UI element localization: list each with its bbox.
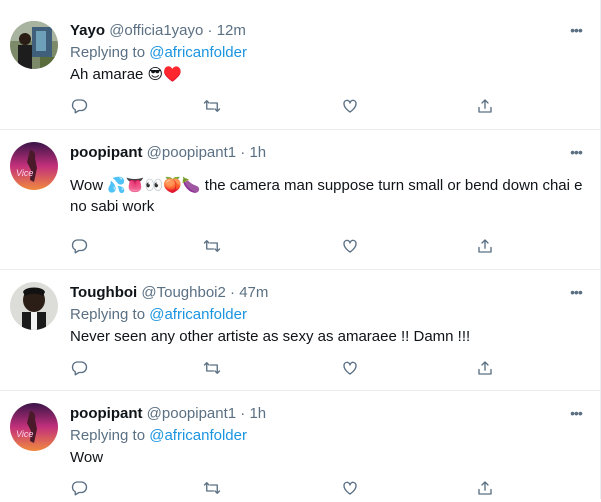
display-name[interactable]: poopipant [70, 405, 142, 422]
tweet-reply[interactable]: Vice poopipant @poopipant1 · 1h Wow 💦👅👀🍑… [0, 130, 600, 270]
display-name[interactable]: Toughboi [70, 284, 137, 301]
like-icon[interactable] [341, 359, 361, 379]
retweet-icon[interactable] [203, 237, 223, 257]
tweet-reply[interactable]: Vice poopipant @poopipant1 · 1h Replying… [0, 391, 600, 499]
replying-to-label: Replying to [70, 427, 146, 444]
tweet-text: Wow [70, 449, 104, 466]
like-icon[interactable] [341, 237, 361, 257]
separator-dot: · [240, 405, 246, 422]
separator-dot: · [240, 144, 246, 161]
tweet-header: poopipant @poopipant1 · 1h [70, 404, 584, 424]
retweet-icon[interactable] [203, 97, 223, 117]
display-name[interactable]: Yayo [70, 22, 105, 39]
svg-text:Vice: Vice [16, 429, 33, 439]
share-icon[interactable] [476, 479, 496, 499]
retweet-icon[interactable] [203, 359, 223, 379]
timestamp[interactable]: 12m [217, 22, 246, 39]
mention-link[interactable]: @africanfolder [149, 44, 247, 61]
user-handle[interactable]: @poopipant1 [147, 405, 236, 422]
user-handle[interactable]: @Toughboi2 [141, 284, 225, 301]
tweet-actions [70, 97, 500, 117]
reply-icon[interactable] [70, 479, 90, 499]
tweet-actions [70, 237, 500, 257]
tweet-text: Wow 💦👅👀🍑🍆 the camera man suppose turn sm… [70, 177, 583, 215]
more-options-icon[interactable]: ••• [566, 406, 586, 426]
tweet-text: Ah amarae 😎♥️ [70, 66, 182, 83]
share-icon[interactable] [476, 359, 496, 379]
timestamp[interactable]: 47m [239, 284, 268, 301]
avatar[interactable]: Vice [10, 403, 58, 451]
replying-to-line: Replying to @africanfolder [70, 305, 584, 325]
tweet-text: Never seen any other artiste as sexy as … [70, 328, 471, 345]
separator-dot: · [230, 284, 236, 301]
mention-link[interactable]: @africanfolder [149, 306, 247, 323]
more-options-icon[interactable]: ••• [566, 145, 586, 165]
replying-to-label: Replying to [70, 306, 146, 323]
replying-to-line: Replying to @africanfolder [70, 426, 584, 446]
avatar[interactable] [10, 21, 58, 69]
retweet-icon[interactable] [203, 479, 223, 499]
like-icon[interactable] [341, 97, 361, 117]
replying-to-label: Replying to [70, 44, 146, 61]
tweet-reply[interactable]: Toughboi @Toughboi2 · 47m Replying to @a… [0, 270, 600, 391]
like-icon[interactable] [341, 479, 361, 499]
tweet-header: poopipant @poopipant1 · 1h [70, 143, 584, 163]
user-handle[interactable]: @officia1yayo [109, 22, 203, 39]
tweet-header: Yayo @officia1yayo · 12m [70, 21, 584, 41]
mention-link[interactable]: @africanfolder [149, 427, 247, 444]
tweet-actions [70, 359, 500, 379]
reply-icon[interactable] [70, 359, 90, 379]
display-name[interactable]: poopipant [70, 144, 142, 161]
avatar[interactable] [10, 282, 58, 330]
tweet-reply[interactable]: Yayo @officia1yayo · 12m Replying to @af… [0, 0, 600, 130]
user-handle[interactable]: @poopipant1 [147, 144, 236, 161]
reply-icon[interactable] [70, 237, 90, 257]
share-icon[interactable] [476, 237, 496, 257]
reply-icon[interactable] [70, 97, 90, 117]
more-options-icon[interactable]: ••• [566, 23, 586, 43]
share-icon[interactable] [476, 97, 496, 117]
svg-text:Vice: Vice [16, 168, 33, 178]
replying-to-line: Replying to @africanfolder [70, 43, 584, 63]
timestamp[interactable]: 1h [249, 144, 266, 161]
timestamp[interactable]: 1h [249, 405, 266, 422]
separator-dot: · [207, 22, 213, 39]
more-options-icon[interactable]: ••• [566, 285, 586, 305]
tweet-header: Toughboi @Toughboi2 · 47m [70, 283, 584, 303]
avatar[interactable]: Vice [10, 142, 58, 190]
tweet-actions [70, 479, 500, 499]
